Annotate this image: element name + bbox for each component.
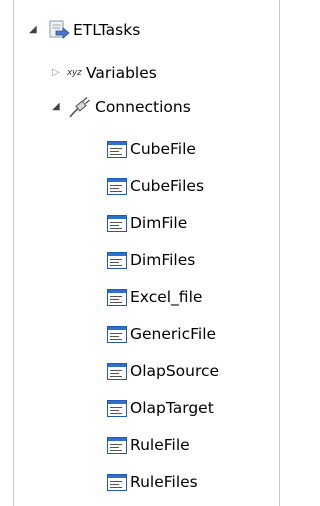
- xyz-variables-icon: xyz: [67, 68, 82, 78]
- tree-node-connection-item[interactable]: RuleFiles: [0, 470, 280, 494]
- tree-node-label: Connections: [95, 98, 191, 116]
- tree-node-label: Variables: [86, 64, 157, 82]
- file-connection-icon: [107, 252, 127, 269]
- connection-plug-icon: [69, 96, 90, 118]
- tree-node-connection-item[interactable]: OlapTarget: [0, 396, 280, 420]
- tree-node-connection-item[interactable]: DimFile: [0, 211, 280, 235]
- file-connection-icon: [107, 363, 127, 380]
- tree-node-connection-item[interactable]: GenericFile: [0, 322, 280, 346]
- etl-task-icon: [49, 20, 70, 39]
- tree-node-label: DimFiles: [130, 251, 196, 269]
- file-connection-icon: [107, 326, 127, 343]
- file-connection-icon: [107, 289, 127, 306]
- collapsed-arrow-icon[interactable]: ▷: [52, 68, 60, 78]
- tree-node-connection-item[interactable]: RuleFile: [0, 433, 280, 457]
- tree-node-connection-item[interactable]: CubeFile: [0, 137, 280, 161]
- tree-node-label: ETLTasks: [73, 21, 141, 39]
- file-connection-icon: [107, 474, 127, 491]
- file-connection-icon: [107, 400, 127, 417]
- tree-node-connections[interactable]: ◢ Connections: [0, 95, 280, 119]
- file-connection-icon: [107, 437, 127, 454]
- tree-node-connection-item[interactable]: OlapSource: [0, 359, 280, 383]
- tree-node-connection-item[interactable]: DimFiles: [0, 248, 280, 272]
- tree-node-label: DimFile: [130, 214, 188, 232]
- file-connection-icon: [107, 141, 127, 158]
- file-connection-icon: [107, 178, 127, 195]
- expanded-arrow-icon[interactable]: ◢: [29, 25, 37, 35]
- file-connection-icon: [107, 215, 127, 232]
- tree-node-label: RuleFiles: [130, 473, 198, 491]
- expanded-arrow-icon[interactable]: ◢: [52, 102, 60, 112]
- tree-node-label: CubeFile: [130, 140, 196, 158]
- tree-node-etltasks[interactable]: ◢ ETLTasks: [0, 18, 280, 42]
- tree-node-label: OlapSource: [130, 362, 220, 380]
- tree-node-connection-item[interactable]: CubeFiles: [0, 174, 280, 198]
- tree-node-label: GenericFile: [130, 325, 217, 343]
- tree-node-connection-item[interactable]: Excel_file: [0, 285, 280, 309]
- tree-node-variables[interactable]: ▷ xyz Variables: [0, 61, 280, 85]
- tree-node-label: RuleFile: [130, 436, 190, 454]
- tree-node-label: OlapTarget: [130, 399, 214, 417]
- tree-view: { "tree": { "root": { "label": "ETLTasks…: [0, 0, 285, 506]
- tree-node-label: CubeFiles: [130, 177, 205, 195]
- tree-node-label: Excel_file: [130, 288, 203, 306]
